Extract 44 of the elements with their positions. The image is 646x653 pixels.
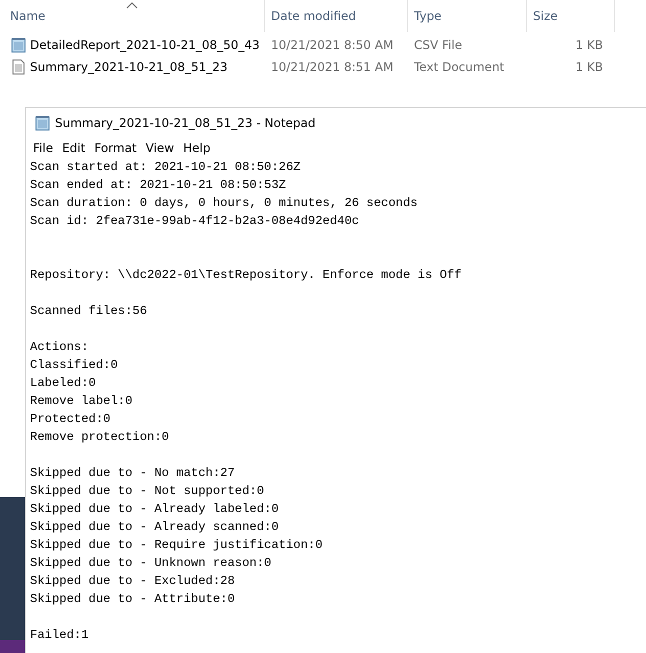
menu-item[interactable]: Edit — [59, 141, 92, 155]
column-header[interactable]: Date modified — [265, 0, 408, 32]
text-line: Scan duration: 0 days, 0 hours, 0 minutes, 26 seconds — [30, 195, 418, 212]
text-line: Remove label:0 — [30, 393, 132, 410]
text-line: Skipped due to - Already labeled:0 — [30, 501, 279, 518]
file-size: 1 KB — [575, 38, 603, 52]
column-header[interactable]: Type — [408, 0, 527, 32]
text-line: Actions: — [30, 339, 89, 356]
notepad-icon — [35, 115, 50, 131]
file-date: 10/21/2021 8:51 AM — [271, 60, 394, 74]
text-line: Labeled:0 — [30, 375, 96, 392]
menu-item[interactable]: Help — [180, 141, 216, 155]
window-title: Summary_2021-10-21_08_51_23 - Notepad — [55, 116, 316, 130]
file-type: Text Document — [414, 60, 504, 74]
column-header[interactable]: Size — [527, 0, 615, 32]
notepad-icon — [11, 37, 26, 53]
file-name[interactable]: Summary_2021-10-21_08_51_23 — [30, 60, 228, 74]
text-line: Skipped due to - No match:27 — [30, 465, 235, 482]
text-line: Protected:0 — [30, 411, 110, 428]
menu-item[interactable]: View — [142, 141, 180, 155]
text-line: Skipped due to - Require justification:0 — [30, 537, 323, 554]
text-line: Classified:0 — [30, 357, 118, 374]
file-type: CSV File — [414, 38, 462, 52]
file-name[interactable]: DetailedReport_2021-10-21_08_50_43 — [30, 38, 260, 52]
text-line: Skipped due to - Excluded:28 — [30, 573, 235, 590]
column-header[interactable]: Name — [0, 0, 265, 32]
text-line: Repository: \\dc2022-01\TestRepository. Enforce mode is Off — [30, 267, 462, 284]
text-line: Skipped due to - Unknown reason:0 — [30, 555, 272, 572]
text-line: Skipped due to - Already scanned:0 — [30, 519, 279, 536]
menu-item[interactable]: Format — [91, 141, 143, 155]
taskbar — [0, 640, 25, 653]
text-line: Skipped due to - Not supported:0 — [30, 483, 264, 500]
text-line: Failed:1 — [30, 627, 89, 644]
text-line: Skipped due to - Attribute:0 — [30, 591, 235, 608]
menu-item[interactable]: File — [30, 141, 60, 155]
text-line: Remove protection:0 — [30, 429, 169, 446]
file-size: 1 KB — [575, 60, 603, 74]
text-line: Scan started at: 2021-10-21 08:50:26Z — [30, 159, 301, 176]
text-line: Scanned files:56 — [30, 303, 148, 320]
document-icon — [11, 59, 26, 75]
sort-caret-icon — [126, 2, 138, 9]
text-line: Scan ended at: 2021-10-21 08:50:53Z — [30, 177, 286, 194]
file-date: 10/21/2021 8:50 AM — [271, 38, 394, 52]
text-line: Scan id: 2fea731e-99ab-4f12-b2a3-08e4d92ed40c — [30, 213, 360, 230]
